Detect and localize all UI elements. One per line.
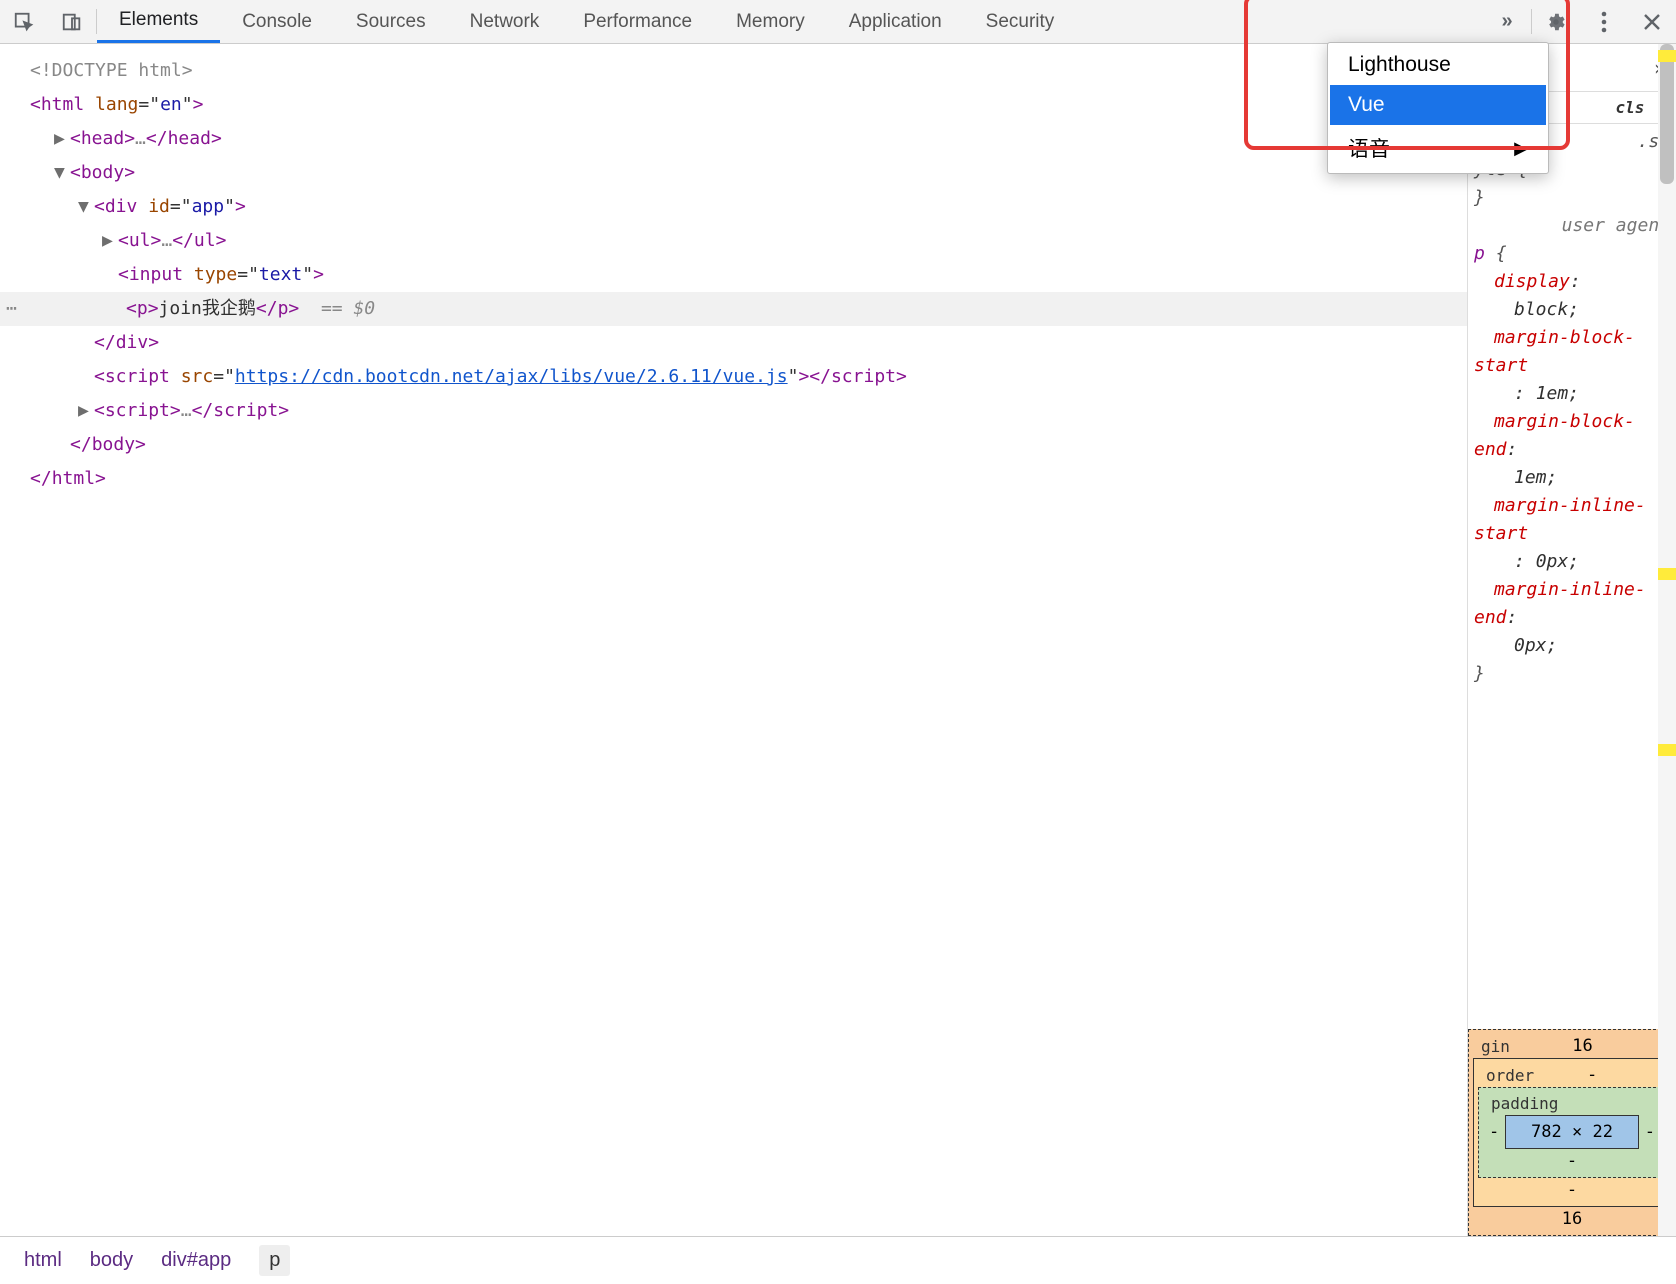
devtools-tabbar: Elements Console Sources Network Perform…	[0, 0, 1676, 44]
dom-breadcrumbs: html body div#app p	[0, 1236, 1676, 1284]
main-split: <!DOCTYPE html> <html lang="en"> ▶<head>…	[0, 44, 1676, 1236]
crumb-p[interactable]: p	[259, 1245, 290, 1276]
dom-div-open[interactable]: ▼<div id="app">	[30, 190, 1467, 224]
crumb-body[interactable]: body	[90, 1249, 133, 1272]
overflow-item-speech[interactable]: 语音 ▶	[1330, 125, 1546, 171]
dom-script-src[interactable]: <script src="https://cdn.bootcdn.net/aja…	[30, 360, 1467, 394]
tab-performance[interactable]: Performance	[561, 0, 714, 43]
settings-gear-icon[interactable]	[1532, 0, 1580, 43]
tabbar-right: »	[1483, 0, 1676, 43]
decl[interactable]: margin-inline-start: 0px;	[1474, 492, 1670, 576]
dom-tree[interactable]: <!DOCTYPE html> <html lang="en"> ▶<head>…	[0, 44, 1467, 496]
dom-body-close[interactable]: </body>	[30, 428, 1467, 462]
scrollbar-marker	[1658, 568, 1676, 580]
tabs-overflow-menu: Lighthouse Vue 语音 ▶	[1327, 42, 1549, 174]
scrollbar[interactable]	[1658, 44, 1676, 1236]
dom-script-inline[interactable]: ▶<script>…</script>	[30, 394, 1467, 428]
scrollbar-marker	[1658, 50, 1676, 62]
overflow-item-label: 语音	[1348, 133, 1390, 163]
close-devtools-icon[interactable]	[1628, 0, 1676, 43]
inspect-element-icon[interactable]	[0, 11, 48, 33]
dom-body-open[interactable]: ▼<body>	[30, 156, 1467, 190]
ua-stylesheet-label: user agen…	[1474, 212, 1670, 240]
dom-p-selected[interactable]: <p>join我企鹅</p> == $0	[0, 292, 1467, 326]
dom-doctype[interactable]: <!DOCTYPE html>	[30, 54, 1467, 88]
decl[interactable]: margin-block-end:1em;	[1474, 408, 1670, 492]
box-model-content-size: 782 × 22	[1531, 1122, 1613, 1142]
tab-security[interactable]: Security	[964, 0, 1077, 43]
decl[interactable]: display:block;	[1474, 268, 1670, 324]
style-frag: }	[1474, 184, 1670, 212]
tab-memory[interactable]: Memory	[714, 0, 827, 43]
decl[interactable]: margin-inline-end:0px;	[1474, 576, 1670, 660]
crumb-div-app[interactable]: div#app	[161, 1249, 231, 1272]
tab-application[interactable]: Application	[827, 0, 964, 43]
device-toolbar-icon[interactable]	[48, 11, 96, 33]
kebab-menu-icon[interactable]	[1580, 0, 1628, 43]
elements-panel[interactable]: <!DOCTYPE html> <html lang="en"> ▶<head>…	[0, 44, 1468, 1236]
dom-ul[interactable]: ▶<ul>…</ul>	[30, 224, 1467, 258]
tab-network[interactable]: Network	[448, 0, 562, 43]
rule-close: }	[1474, 660, 1670, 688]
scrollbar-thumb[interactable]	[1660, 44, 1674, 184]
styles-rules[interactable]: .st yle { } user agen… p { display:block…	[1468, 124, 1676, 692]
tab-console[interactable]: Console	[220, 0, 334, 43]
tab-sources[interactable]: Sources	[334, 0, 448, 43]
box-model[interactable]: gin16 order- padding - 782 × 22 - - - 16	[1468, 1029, 1676, 1236]
styles-panel: » cls + .st yle { } user agen… p { displ…	[1468, 44, 1676, 1236]
submenu-arrow-icon: ▶	[1514, 138, 1528, 159]
overflow-item-label: Lighthouse	[1348, 53, 1451, 77]
overflow-item-vue[interactable]: Vue	[1330, 85, 1546, 125]
dom-html-close[interactable]: </html>	[30, 462, 1467, 496]
crumb-html[interactable]: html	[24, 1249, 62, 1272]
overflow-item-label: Vue	[1348, 93, 1385, 117]
dom-html-open[interactable]: <html lang="en">	[30, 88, 1467, 122]
rule-selector[interactable]: p {	[1474, 240, 1670, 268]
overflow-item-lighthouse[interactable]: Lighthouse	[1330, 45, 1546, 85]
scrollbar-marker	[1658, 744, 1676, 756]
dom-input[interactable]: <input type="text">	[30, 258, 1467, 292]
dom-head[interactable]: ▶<head>…</head>	[30, 122, 1467, 156]
tab-elements[interactable]: Elements	[97, 0, 220, 43]
decl[interactable]: margin-block-start: 1em;	[1474, 324, 1670, 408]
cls-toggle[interactable]: cls	[1615, 98, 1644, 117]
tabs-overflow-icon[interactable]: »	[1483, 0, 1531, 43]
dom-div-close[interactable]: </div>	[30, 326, 1467, 360]
